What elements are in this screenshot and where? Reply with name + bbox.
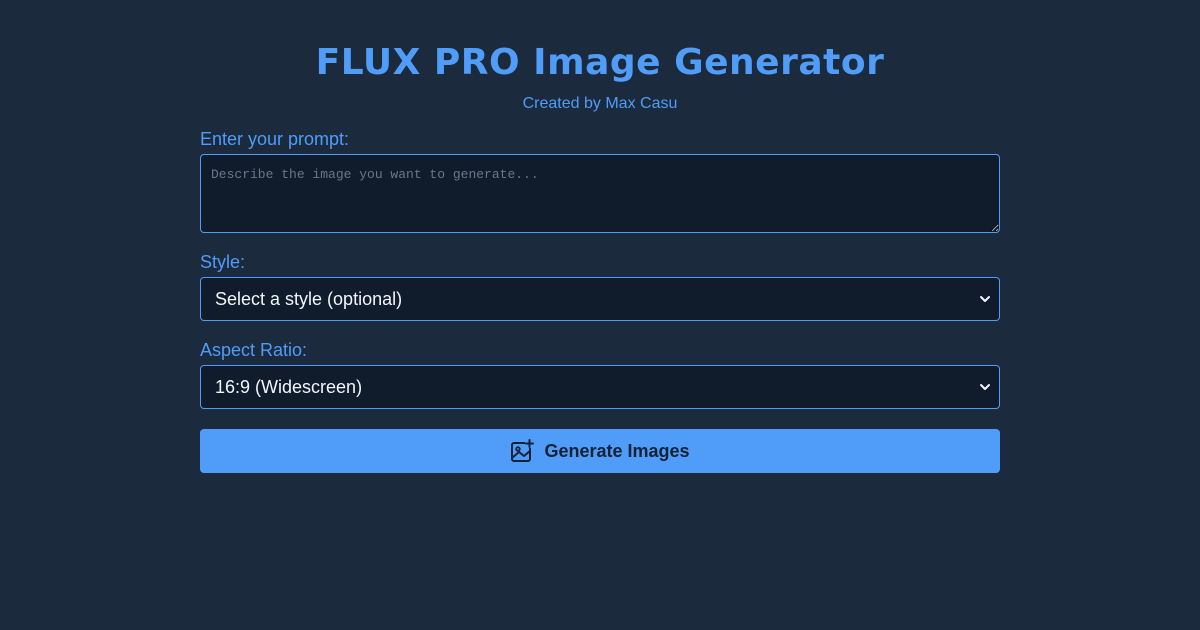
chevron-down-icon: [980, 384, 990, 390]
page-subtitle: Created by Max Casu: [522, 95, 678, 112]
generate-images-button[interactable]: Generate Images: [200, 429, 1000, 473]
chevron-down-icon: [980, 296, 990, 302]
image-plus-icon: [511, 439, 535, 462]
prompt-label: Enter your prompt:: [200, 129, 350, 149]
style-label: Style:: [200, 252, 246, 272]
aspect-ratio-label: Aspect Ratio:: [200, 340, 308, 360]
aspect-ratio-select[interactable]: 16:9 (Widescreen): [200, 365, 1000, 409]
page-title: FLUX PRO Image Generator: [315, 42, 885, 83]
aspect-ratio-group: Aspect Ratio: 16:9 (Widescreen): [200, 339, 1000, 409]
prompt-group: Enter your prompt:: [200, 128, 1000, 233]
aspect-ratio-select-value: 16:9 (Widescreen): [215, 377, 363, 397]
style-select[interactable]: Select a style (optional): [200, 277, 1000, 321]
style-group: Style: Select a style (optional): [200, 251, 1000, 321]
generate-button-label: Generate Images: [544, 440, 690, 461]
prompt-input[interactable]: [200, 154, 1000, 233]
generator-form: Enter your prompt: Style: Select a style…: [200, 128, 1000, 473]
page: FLUX PRO Image Generator Created by Max …: [0, 0, 1200, 630]
style-select-value: Select a style (optional): [215, 289, 403, 309]
